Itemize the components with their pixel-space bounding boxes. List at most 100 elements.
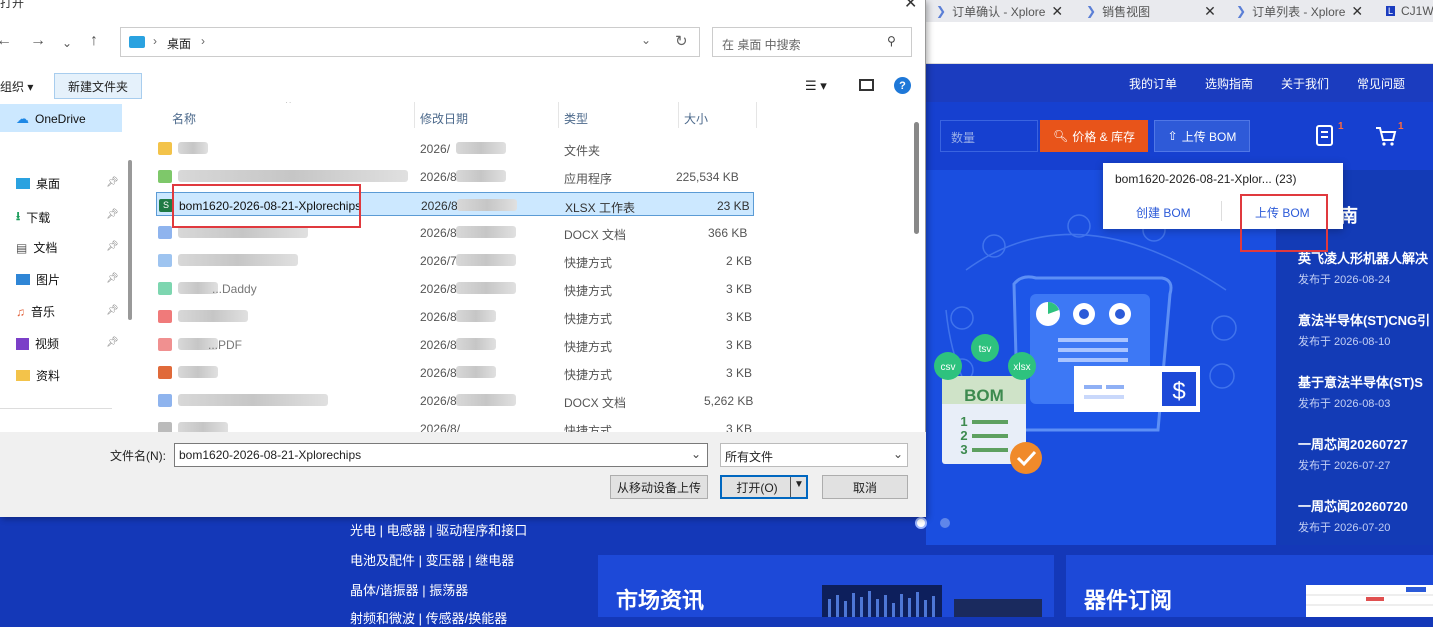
file-date: 2026/8/ — [420, 310, 461, 324]
file-list: 名称 ^ 修改日期 类型 大小 2026/ 文件夹 2026/8 应用程序 22… — [140, 102, 910, 432]
upload-from-mobile-button[interactable]: 从移动设备上传 — [610, 475, 708, 499]
close-icon[interactable]: ✕ — [1351, 3, 1363, 20]
file-row[interactable]: 2026/7/ 快捷方式 2 KB — [156, 248, 754, 272]
card-title: 市场资讯 — [616, 588, 705, 613]
redacted-date — [456, 310, 496, 322]
market-news-card[interactable]: 市场资讯 — [598, 555, 1054, 617]
category-line[interactable]: 电池及配件 | 变压器 | 继电器 — [350, 550, 514, 569]
pin-icon[interactable]: 📌︎ — [106, 273, 119, 284]
redacted-date — [456, 170, 506, 182]
organize-menu[interactable]: 组织 ▾ — [0, 78, 33, 95]
chevron-down-icon[interactable]: ⌄ — [691, 447, 701, 461]
nav-item-music[interactable]: ♫ 音乐 — [16, 303, 55, 320]
nav-about-us[interactable]: 关于我们 — [1281, 75, 1329, 92]
create-bom-link[interactable]: 创建 BOM — [1136, 204, 1191, 221]
price-stock-button[interactable]: 🔍︎ 价格 & 库存 — [1040, 120, 1148, 152]
refresh-icon[interactable]: ↻ — [675, 32, 688, 50]
news-item[interactable]: 一周芯闻20260720 发布于 2026-07-20 — [1298, 496, 1408, 535]
nav-buying-guide[interactable]: 选购指南 — [1205, 75, 1253, 92]
nav-scrollbar[interactable] — [128, 160, 132, 320]
help-icon[interactable]: ? — [894, 77, 911, 94]
file-row[interactable]: 2026/8/ 快捷方式 3 KB — [156, 360, 754, 384]
close-icon[interactable]: ✕ — [1051, 3, 1063, 20]
view-options-icon[interactable]: ☰ ▾ — [805, 78, 827, 94]
forward-arrow-icon[interactable]: → — [30, 32, 46, 50]
tab-label: CJ1W — [1401, 4, 1433, 18]
filetype-select[interactable]: 所有文件 ⌄ — [720, 443, 908, 467]
nav-my-orders[interactable]: 我的订单 — [1129, 75, 1177, 92]
file-row[interactable]: ...Daddy 2026/8/ 快捷方式 3 KB — [156, 276, 754, 300]
nav-item-label: 资料 — [36, 369, 61, 383]
nav-item-videos[interactable]: 视频 — [16, 335, 59, 352]
nav-item-onedrive[interactable]: ☁ OneDrive — [16, 111, 86, 127]
nav-item-documents[interactable]: ▤ 文档 — [16, 239, 57, 256]
browser-tab[interactable]: ❯ 销售视图 ✕ — [1080, 0, 1228, 22]
file-row[interactable]: 2026/ 文件夹 — [156, 136, 754, 160]
breadcrumb-desktop[interactable]: 桌面 — [167, 35, 191, 52]
column-header-size[interactable]: 大小 — [684, 110, 708, 127]
cart-icon[interactable] — [1374, 124, 1398, 148]
bom-list-icon[interactable] — [1314, 124, 1336, 148]
browser-tab[interactable]: ❯ 订单确认 - Xplore ✕ — [930, 0, 1078, 22]
file-row[interactable]: 2026/8/ 快捷方式 3 KB — [156, 416, 754, 432]
nav-item-pictures[interactable]: 图片 — [16, 271, 60, 288]
bom-line-number: 2 — [960, 428, 967, 443]
column-header-name[interactable]: 名称 — [172, 110, 196, 127]
back-arrow-icon[interactable]: ← — [0, 32, 12, 50]
category-line[interactable]: 光电 | 电感器 | 驱动程序和接口 — [350, 520, 527, 539]
close-icon[interactable]: ✕ — [1204, 3, 1216, 20]
quantity-input[interactable]: 数量 — [940, 120, 1038, 152]
column-header-type[interactable]: 类型 — [564, 110, 588, 127]
pin-icon[interactable]: 📌︎ — [106, 209, 119, 220]
shortcut-icon — [158, 254, 172, 267]
search-input[interactable]: 在 桌面 中搜索 ⚲ — [712, 27, 912, 57]
pin-icon[interactable]: 📌︎ — [106, 177, 119, 188]
up-arrow-icon[interactable]: ↑ — [90, 32, 98, 50]
redacted-name — [178, 394, 328, 406]
nav-faq[interactable]: 常见问题 — [1357, 75, 1405, 92]
browser-tab[interactable]: ❯ 订单列表 - Xplore ✕ — [1230, 0, 1378, 22]
nav-item-materials[interactable]: 资料 — [16, 367, 60, 384]
address-bar[interactable]: › 桌面 › ⌄ ↻ — [120, 27, 700, 57]
redacted-date — [456, 254, 516, 266]
component-subscribe-card[interactable]: 器件订阅 — [1066, 555, 1433, 617]
preview-pane-icon[interactable] — [859, 79, 874, 91]
category-line[interactable]: 射频和微波 | 传感器/换能器 — [350, 608, 507, 627]
filename-input[interactable]: bom1620-2026-08-21-Xplorechips ⌄ — [174, 443, 708, 467]
news-item[interactable]: 基于意法半导体(ST)S 发布于 2026-08-03 — [1298, 372, 1423, 411]
chevron-down-icon[interactable]: ▼ — [794, 479, 804, 490]
new-folder-button[interactable]: 新建文件夹 — [54, 73, 142, 99]
news-date: 发布于 2026-07-27 — [1298, 460, 1391, 472]
upload-bom-button[interactable]: ⇧ 上传 BOM — [1154, 120, 1250, 152]
carousel-dot-active[interactable] — [915, 517, 927, 529]
file-row[interactable]: 2026/8/ 快捷方式 3 KB — [156, 304, 754, 328]
category-line[interactable]: 晶体/谐振器 | 振荡器 — [350, 580, 468, 599]
divider — [0, 408, 112, 409]
cancel-button[interactable]: 取消 — [822, 475, 908, 499]
file-row[interactable]: 2026/8/ DOCX 文档 5,262 KB — [156, 388, 754, 412]
pin-icon[interactable]: 📌︎ — [106, 305, 119, 316]
file-size: 23 KB — [717, 199, 750, 213]
close-icon[interactable]: ✕ — [904, 0, 917, 13]
pin-icon[interactable]: 📌︎ — [106, 241, 119, 252]
pin-icon[interactable]: 📌︎ — [106, 337, 119, 348]
browser-tab[interactable]: L CJ1W — [1380, 0, 1433, 22]
news-item[interactable]: 一周芯闻20260727 发布于 2026-07-27 — [1298, 434, 1408, 473]
chevron-down-icon[interactable]: ⌄ — [62, 36, 72, 50]
file-row[interactable]: ...PDF 2026/8/ 快捷方式 3 KB — [156, 332, 754, 356]
open-button[interactable]: 打开(O) ▼ — [720, 475, 808, 499]
bom-file-name[interactable]: bom1620-2026-08-21-Xplor... (23) — [1115, 172, 1296, 186]
bom-badge: 1 — [1338, 121, 1344, 132]
file-type: 快捷方式 — [564, 340, 613, 354]
column-header-date[interactable]: 修改日期 — [420, 110, 468, 127]
chart-thumbnail — [822, 585, 942, 617]
redacted-name — [178, 366, 218, 378]
chevron-down-icon[interactable]: ⌄ — [641, 33, 651, 47]
nav-item-desktop[interactable]: 桌面 — [16, 175, 60, 192]
bom-line-number: 3 — [960, 442, 967, 457]
news-item[interactable]: 英飞凌人形机器人解决 发布于 2026-08-24 — [1298, 248, 1428, 287]
file-list-scrollbar[interactable] — [914, 122, 919, 234]
nav-item-downloads[interactable]: ⭳ 下载 — [16, 207, 50, 228]
carousel-dot[interactable] — [940, 518, 950, 528]
news-item[interactable]: 意法半导体(ST)CNG引 发布于 2026-08-10 — [1298, 310, 1430, 349]
